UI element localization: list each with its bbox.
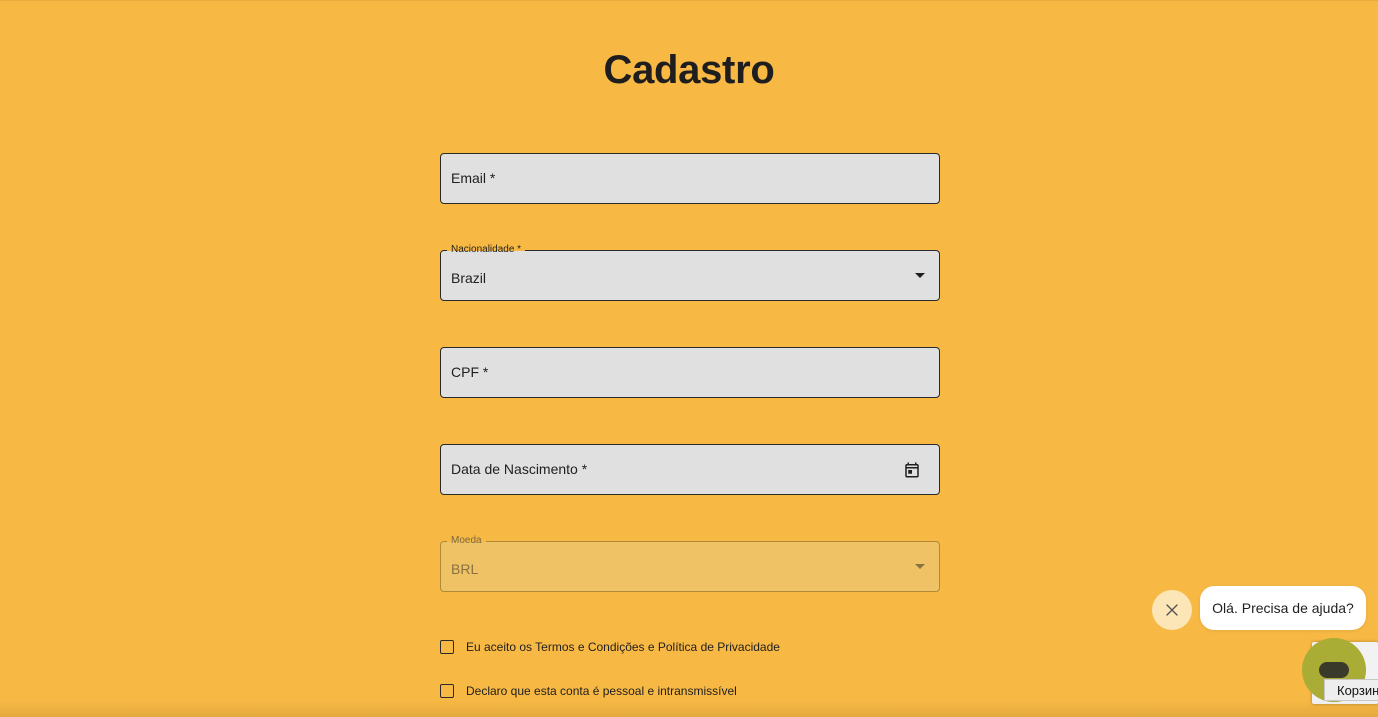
email-label: Email * <box>451 170 496 186</box>
birth-date-field[interactable]: Data de Nascimento * <box>440 444 940 495</box>
personal-account-checkbox-row[interactable]: Declaro que esta conta é pessoal e intra… <box>440 682 737 700</box>
currency-select: Moeda BRL <box>440 534 940 592</box>
nationality-label: Nacionalidade * <box>447 243 526 257</box>
personal-account-checkbox[interactable] <box>440 684 454 698</box>
cpf-field[interactable]: CPF * <box>440 347 940 398</box>
personal-account-checkbox-label: Declaro que esta conta é pessoal e intra… <box>466 684 737 698</box>
tooltip: Корзина <box>1324 679 1378 701</box>
chat-close-button[interactable] <box>1152 590 1192 630</box>
close-icon <box>1166 604 1178 616</box>
calendar-icon[interactable] <box>903 461 921 479</box>
chat-greeting-bubble[interactable]: Olá. Precisa de ajuda? <box>1200 586 1366 630</box>
bottom-shadow <box>0 700 1378 717</box>
chat-bubble-icon <box>1319 662 1349 678</box>
birth-date-label: Data de Nascimento * <box>451 461 588 477</box>
chevron-down-icon <box>915 564 925 569</box>
currency-value: BRL <box>451 561 479 577</box>
email-field[interactable]: Email * <box>440 153 940 204</box>
chat-greeting-text: Olá. Precisa de ajuda? <box>1212 600 1354 616</box>
nationality-value: Brazil <box>451 270 487 286</box>
chevron-down-icon[interactable] <box>915 273 925 278</box>
terms-checkbox-row[interactable]: Eu aceito os Termos e Condições e Políti… <box>440 638 780 656</box>
terms-checkbox-label: Eu aceito os Termos e Condições e Políti… <box>466 640 780 654</box>
page-title: Cadastro <box>603 48 775 92</box>
currency-label: Moeda <box>447 534 486 548</box>
nationality-select[interactable]: Nacionalidade * Brazil <box>440 243 940 301</box>
top-border <box>0 0 1378 1</box>
cpf-label: CPF * <box>451 364 489 380</box>
terms-checkbox[interactable] <box>440 640 454 654</box>
tooltip-text: Корзина <box>1337 683 1378 698</box>
